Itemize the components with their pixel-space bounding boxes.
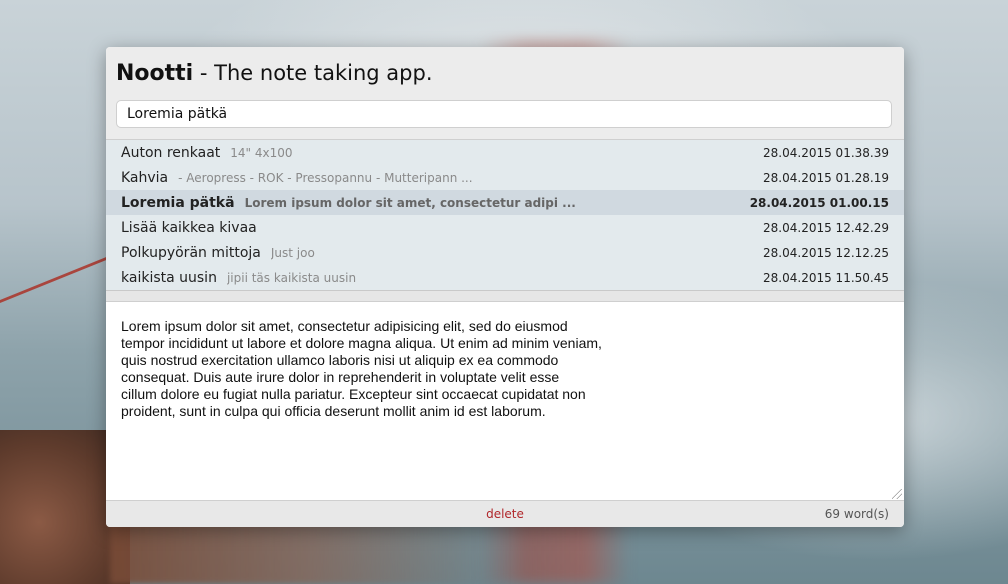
note-list-item[interactable]: Lisää kaikkea kivaa 28.04.2015 12.42.29 — [106, 215, 904, 240]
app-name: Nootti — [116, 61, 194, 86]
note-list: Auton renkaat 14" 4x100 28.04.2015 01.38.3… — [106, 140, 904, 291]
note-body-line: cillum dolore eu fugiat nulla pariatur. … — [121, 386, 586, 402]
app-title: Nootti - The note taking app. — [116, 61, 433, 86]
list-divider — [106, 291, 904, 302]
note-search-input[interactable] — [116, 100, 892, 128]
note-list-item[interactable]: kaikista uusin jipii täs kaikista uusin 28… — [106, 265, 904, 290]
note-app-window: Nootti - The note taking app. Auton renk… — [106, 47, 904, 527]
note-title: kaikista uusin — [121, 269, 217, 286]
note-body-line: Lorem ipsum dolor sit amet, consectetur … — [121, 318, 568, 334]
background-shore — [110, 520, 510, 584]
note-title: Polkupyörän mittoja — [121, 244, 261, 261]
note-list-item[interactable]: Polkupyörän mittoja Just joo 28.04.2015 12… — [106, 240, 904, 265]
background-bridge-cable — [0, 255, 110, 423]
note-preview: - Aeropress - ROK - Pressopannu - Mutter… — [178, 170, 473, 185]
note-body-text: Lorem ipsum dolor sit amet, consectetur … — [121, 318, 641, 420]
word-count: 69 word(s) — [824, 507, 889, 521]
app-header: Nootti - The note taking app. — [106, 47, 904, 140]
note-list-item[interactable]: Kahvia - Aeropress - ROK - Pressopannu - … — [106, 165, 904, 190]
note-date: 28.04.2015 01.38.39 — [763, 145, 889, 160]
note-list-item[interactable]: Loremia pätkä Lorem ipsum dolor sit amet,… — [106, 190, 904, 215]
note-date: 28.04.2015 01.28.19 — [763, 170, 889, 185]
note-date: 28.04.2015 12.42.29 — [763, 220, 889, 235]
note-body-line: consequat. Duis aute irure dolor in repr… — [121, 369, 560, 385]
note-body-line: proident, sunt in culpa qui officia dese… — [121, 403, 546, 419]
note-editor[interactable]: Lorem ipsum dolor sit amet, consectetur … — [106, 302, 904, 502]
note-preview: 14" 4x100 — [230, 145, 293, 160]
delete-note-button[interactable]: delete — [486, 507, 524, 521]
note-preview: Lorem ipsum dolor sit amet, consectetur … — [244, 195, 576, 210]
note-body-line: quis nostrud exercitation ullamco labori… — [121, 352, 559, 368]
note-title: Kahvia — [121, 169, 169, 186]
note-preview: Just joo — [270, 245, 315, 260]
note-title: Lisää kaikkea kivaa — [121, 219, 257, 236]
note-date: 28.04.2015 01.00.15 — [749, 195, 889, 210]
resize-handle-icon[interactable] — [892, 489, 902, 499]
note-date: 28.04.2015 11.50.45 — [763, 270, 889, 285]
note-preview: jipii täs kaikista uusin — [226, 270, 357, 285]
note-date: 28.04.2015 12.12.25 — [763, 245, 889, 260]
note-title: Auton renkaat — [121, 144, 221, 161]
note-body-line: tempor incididunt ut labore et dolore ma… — [121, 335, 602, 351]
note-title: Loremia pätkä — [121, 194, 235, 211]
app-footer: delete 69 word(s) — [106, 500, 904, 527]
note-list-item[interactable]: Auton renkaat 14" 4x100 28.04.2015 01.38.3… — [106, 140, 904, 165]
app-tagline: - The note taking app. — [199, 61, 433, 85]
